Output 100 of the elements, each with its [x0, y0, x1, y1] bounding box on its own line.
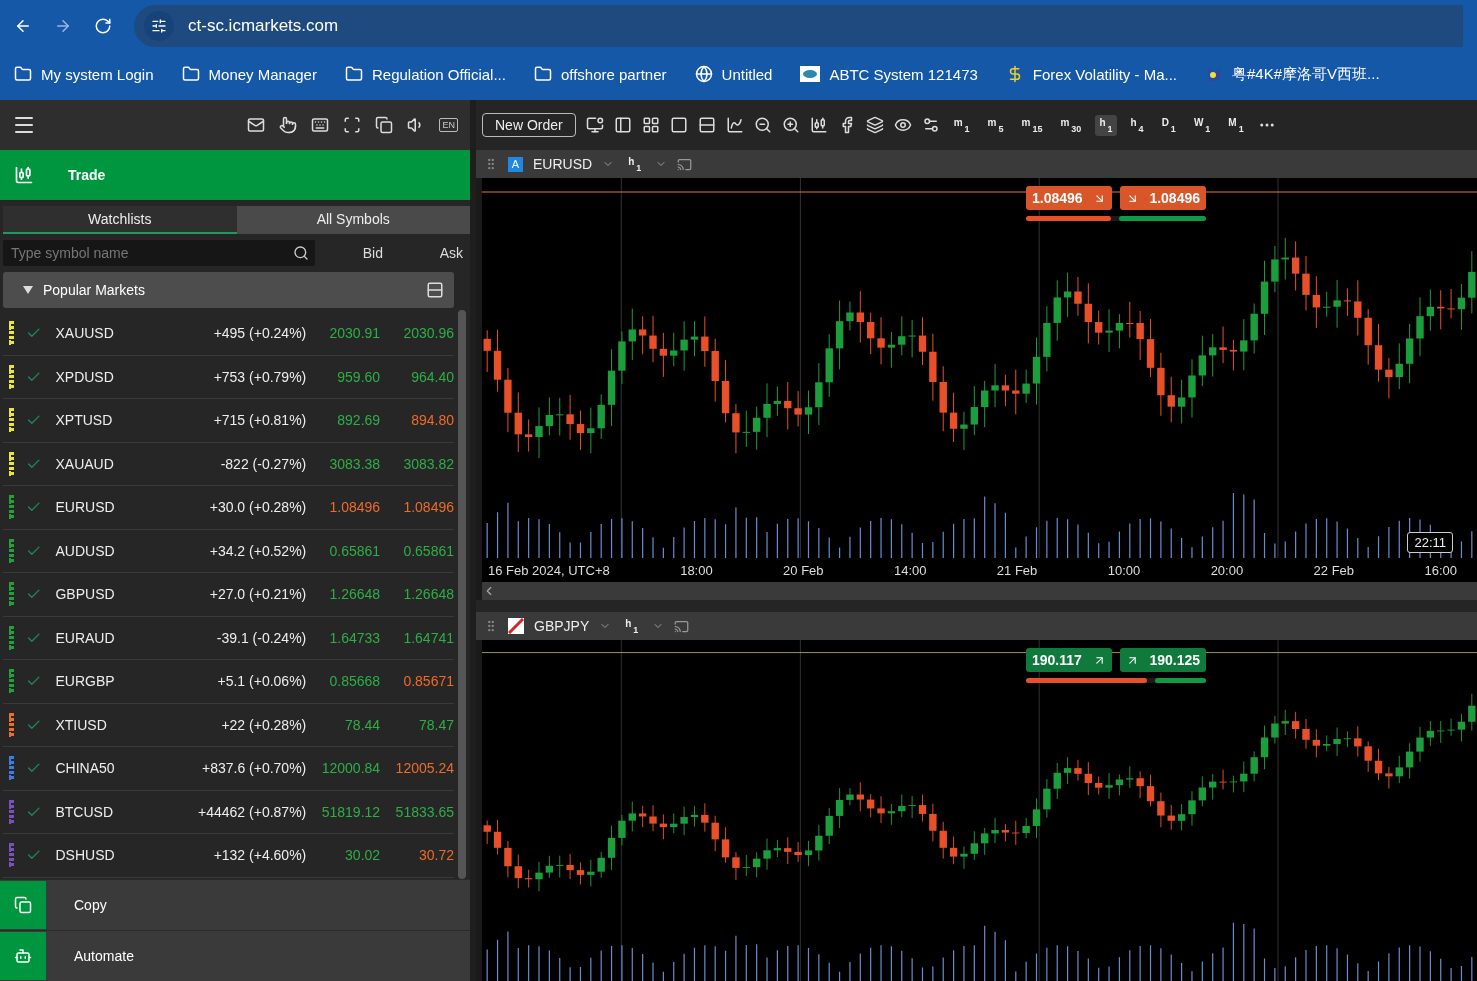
mascot-icon [1205, 65, 1224, 83]
drag-handle[interactable] [9, 625, 14, 650]
folder-icon [533, 65, 552, 83]
ask-price: 1.64741 [402, 629, 454, 646]
search-input[interactable]: Type symbol name [9, 244, 293, 262]
drag-handle[interactable] [9, 669, 14, 694]
forward-icon[interactable] [54, 17, 72, 35]
site-settings-icon[interactable] [151, 18, 167, 34]
bookmark[interactable]: Untitled [694, 65, 773, 83]
buy-price-button[interactable]: 1.08496 [1120, 186, 1206, 210]
bid-price: 0.65861 [328, 542, 381, 559]
broadcast-icon[interactable] [677, 156, 693, 172]
symbol-name: XAUUSD [55, 325, 115, 342]
symbol-row[interactable]: XAUUSD +495 (+0.24%) 2030.91 2030.96 [3, 312, 454, 356]
bookmark[interactable]: offshore partner [533, 65, 667, 83]
symbol-row[interactable]: EURGBP +5.1 (+0.06%) 0.85668 0.85671 [3, 660, 454, 704]
candlestick-icon[interactable] [809, 116, 828, 134]
language-button[interactable]: EN [439, 118, 458, 132]
bid-price: 1.08496 [328, 499, 381, 516]
back-icon[interactable] [14, 17, 32, 35]
eye-icon[interactable] [893, 116, 912, 134]
panel-icon[interactable] [613, 116, 632, 134]
horizontal-scrollbar[interactable] [482, 582, 1477, 600]
bid-price: 0.85668 [328, 673, 381, 690]
search-field[interactable]: Type symbol name [3, 240, 315, 266]
chart-symbol[interactable]: EURUSD [533, 156, 593, 172]
drag-handle[interactable] [9, 495, 14, 520]
bookmark[interactable]: Regulation Official... [344, 65, 506, 83]
bookmark[interactable]: Forex Volatility - Ma... [1005, 65, 1178, 83]
symbol-row[interactable]: GBPUSD +27.0 (+0.21%) 1.26648 1.26648 [3, 573, 454, 617]
symbol-row[interactable]: BTCUSD +44462 (+0.87%) 51819.12 51833.65 [3, 790, 454, 834]
sell-price-button[interactable]: 1.08496 [1026, 186, 1112, 210]
symbol-row[interactable]: XTIUSD +22 (+0.28%) 78.44 78.47 [3, 703, 454, 747]
symbol-row[interactable]: XPTUSD +715 (+0.81%) 892.69 894.80 [3, 399, 454, 443]
drag-handle[interactable] [9, 799, 14, 824]
group-header[interactable]: Popular Markets [3, 272, 454, 308]
settings-icon[interactable] [921, 116, 940, 134]
time-axis-label: 20:00 [1210, 562, 1244, 578]
address-bar[interactable]: ct-sc.icmarkets.com [134, 5, 1463, 47]
new-order-button[interactable]: New Order [482, 113, 576, 137]
bookmark[interactable]: ABTC System 121473 [800, 65, 978, 83]
time-axis-label: 14:00 [893, 562, 927, 578]
bookmark[interactable]: Money Manager [181, 65, 317, 83]
reload-icon[interactable] [94, 17, 112, 35]
site-logo-icon [800, 66, 821, 82]
drag-handle[interactable] [9, 582, 14, 607]
ask-price: 12005.24 [394, 760, 454, 777]
nav-item[interactable]: Automate [0, 930, 470, 981]
time-axis-label: 10:00 [1107, 562, 1141, 578]
symbol-row[interactable]: XPDUSD +753 (+0.79%) 959.60 964.40 [3, 355, 454, 399]
chart-add-icon[interactable] [725, 116, 744, 134]
daily-change: -822 (-0.27%) [219, 455, 307, 472]
tab[interactable]: All Symbols [236, 206, 470, 234]
vertical-scrollbar[interactable] [458, 310, 466, 879]
mail-icon[interactable] [247, 116, 266, 134]
drag-handle[interactable] [9, 756, 14, 781]
symbol-row[interactable]: DSHUSD +132 (+4.60%) 30.02 30.72 [3, 834, 454, 878]
symbol-name: CHINA50 [55, 760, 116, 777]
time-axis-label: 16:00 [1424, 562, 1457, 578]
column-header: Ask [438, 245, 463, 261]
bid-price: 12000.84 [320, 760, 381, 777]
nav-item[interactable]: Copy [0, 879, 470, 930]
layout-icon[interactable] [426, 281, 444, 299]
symbol-name: EURGBP [55, 673, 116, 690]
symbol-row[interactable]: AUDUSD +34.2 (+0.52%) 0.65861 0.65861 [3, 529, 454, 573]
symbol-name: XPDUSD [55, 368, 115, 385]
url-text: ct-sc.icmarkets.com [188, 16, 339, 36]
tab[interactable]: Watchlists [3, 206, 237, 234]
broadcast-icon[interactable] [674, 618, 690, 634]
keyboard-icon[interactable] [311, 116, 330, 134]
grid-layout-icon[interactable] [641, 116, 660, 134]
drag-handle[interactable] [9, 843, 14, 868]
symbol-name: XAUAUD [55, 455, 115, 472]
monitor-icon[interactable] [585, 116, 604, 134]
windows-icon[interactable] [375, 116, 394, 134]
daily-change: +30.0 (+0.28%) [208, 499, 307, 516]
single-layout-icon[interactable] [669, 116, 688, 134]
zoom-in-icon[interactable] [781, 116, 800, 134]
fullscreen-icon[interactable] [343, 116, 362, 134]
symbol-row[interactable]: XAUAUD -822 (-0.27%) 3083.38 3083.82 [3, 442, 454, 486]
time-axis-label: 20 Feb [783, 562, 824, 578]
sell-price-button[interactable]: 190.117 [1026, 648, 1112, 672]
buy-price-button[interactable]: 190.125 [1120, 648, 1206, 672]
ask-price: 1.08496 [402, 499, 454, 516]
zoom-out-icon[interactable] [753, 116, 772, 134]
hand-pointer-icon[interactable] [279, 116, 298, 134]
chart-symbol[interactable]: GBPJPY [534, 618, 590, 634]
symbol-row[interactable]: EURAUD -39.1 (-0.24%) 1.64733 1.64741 [3, 616, 454, 660]
bookmark[interactable]: My system Login [14, 65, 154, 83]
trade-nav-item[interactable]: Trade [0, 150, 470, 200]
drag-handle[interactable] [9, 712, 14, 737]
layers-icon[interactable] [865, 116, 884, 134]
symbol-row[interactable]: CHINA50 +837.6 (+0.70%) 12000.84 12005.24 [3, 747, 454, 791]
chart-area[interactable]: 190.117 190.125 [482, 640, 1477, 981]
rows-layout-icon[interactable] [697, 116, 716, 134]
bookmark[interactable]: 粤#4K#摩洛哥V西班... [1205, 64, 1380, 84]
symbol-row[interactable]: EURUSD +30.0 (+0.28%) 1.08496 1.08496 [3, 486, 454, 530]
ask-price: 51833.65 [394, 803, 454, 820]
drag-handle[interactable] [9, 538, 14, 563]
symbol-name: GBPUSD [55, 586, 116, 603]
